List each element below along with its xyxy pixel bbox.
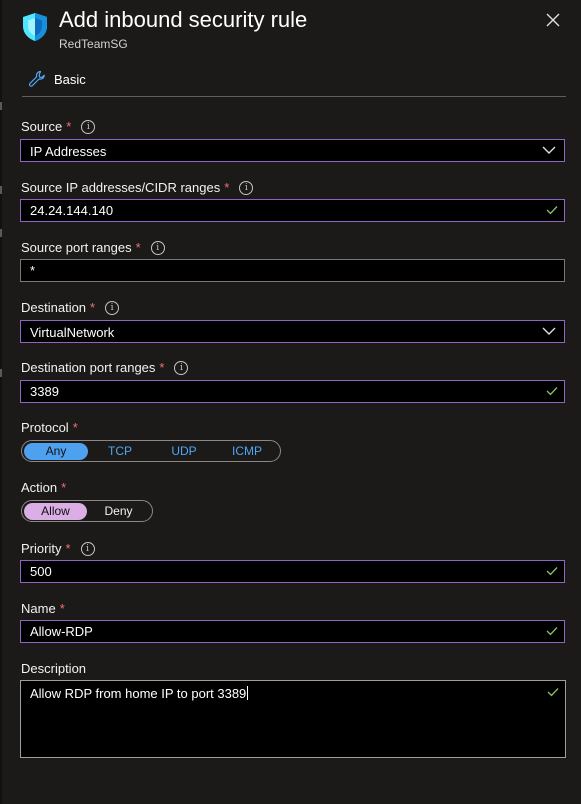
edge-mark [0, 369, 2, 377]
text-caret [247, 686, 249, 700]
source-port-label-row: Source port ranges * i [21, 240, 165, 255]
priority-label: Priority [21, 541, 62, 556]
protocol-toggle-group: Any TCP UDP ICMP [21, 440, 281, 462]
tab-bar: Basic [22, 66, 566, 97]
protocol-option-any[interactable]: Any [24, 442, 88, 460]
action-toggle-group: Allow Deny [21, 500, 153, 522]
priority-input[interactable] [21, 561, 564, 582]
action-option-deny[interactable]: Deny [87, 503, 150, 520]
name-label: Name [21, 601, 56, 616]
source-ip-input[interactable] [21, 200, 564, 221]
required-marker: * [90, 300, 96, 315]
required-marker: * [65, 541, 71, 556]
checkmark-icon [546, 206, 558, 215]
info-icon[interactable]: i [174, 360, 189, 375]
required-marker: * [72, 420, 78, 435]
description-textarea[interactable]: Allow RDP from home IP to port 3389 [20, 680, 566, 758]
name-label-row: Name * [21, 601, 65, 616]
edge-mark [0, 186, 2, 194]
name-field[interactable] [20, 620, 565, 643]
source-port-input[interactable] [21, 260, 564, 281]
chevron-down-icon [542, 146, 556, 154]
required-marker: * [59, 601, 65, 616]
action-option-allow[interactable]: Allow [24, 502, 87, 520]
source-port-label: Source port ranges [21, 240, 132, 255]
checkmark-icon [546, 627, 558, 636]
shield-icon [23, 13, 47, 41]
action-label: Action [21, 480, 58, 495]
destination-label: Destination [21, 300, 87, 315]
source-label-row: Source * i [21, 119, 96, 134]
source-ip-field[interactable] [20, 199, 565, 222]
source-label: Source [21, 119, 63, 134]
priority-label-row: Priority * i [21, 541, 95, 556]
destination-label-row: Destination * i [21, 300, 120, 315]
protocol-option-udp[interactable]: UDP [152, 443, 216, 460]
required-marker: * [159, 360, 165, 375]
description-value: Allow RDP from home IP to port 3389 [30, 686, 247, 701]
source-dropdown[interactable]: IP Addresses [20, 139, 565, 162]
edge-mark [0, 229, 2, 237]
checkmark-icon [546, 567, 558, 576]
info-icon[interactable]: i [150, 240, 165, 255]
tab-basic[interactable]: Basic [28, 70, 86, 88]
info-icon[interactable]: i [80, 541, 95, 556]
panel-header: Add inbound security rule RedTeamSG [22, 6, 567, 56]
edge-mark [0, 102, 2, 110]
info-icon[interactable]: i [105, 300, 120, 315]
page-subtitle: RedTeamSG [59, 37, 128, 51]
description-label-row: Description [21, 661, 86, 676]
description-label: Description [21, 661, 87, 676]
source-ip-label: Source IP addresses/CIDR ranges [21, 180, 221, 195]
close-icon[interactable] [545, 12, 561, 28]
tab-basic-label: Basic [54, 71, 86, 87]
destination-port-label: Destination port ranges [21, 360, 156, 375]
required-marker: * [224, 180, 230, 195]
destination-dropdown-value: VirtualNetwork [30, 325, 115, 340]
description-text: Allow RDP from home IP to port 3389 [30, 686, 249, 701]
action-label-row: Action * [21, 480, 66, 495]
source-dropdown-value: IP Addresses [30, 144, 107, 159]
protocol-option-tcp[interactable]: TCP [88, 443, 152, 460]
wrench-icon [28, 70, 45, 87]
destination-port-field[interactable] [20, 380, 565, 403]
source-port-field[interactable] [20, 259, 565, 282]
required-marker: * [66, 119, 72, 134]
page-title: Add inbound security rule [59, 7, 308, 32]
priority-field[interactable] [20, 560, 565, 583]
protocol-label: Protocol [21, 420, 69, 435]
left-edge-marks [0, 0, 2, 804]
name-input[interactable] [21, 621, 564, 642]
checkmark-icon [547, 688, 559, 697]
required-marker: * [135, 240, 141, 255]
destination-dropdown[interactable]: VirtualNetwork [20, 320, 565, 343]
protocol-option-icmp[interactable]: ICMP [216, 443, 278, 460]
destination-port-label-row: Destination port ranges * i [21, 360, 189, 375]
protocol-label-row: Protocol * [21, 420, 78, 435]
checkmark-icon [546, 387, 558, 396]
source-ip-label-row: Source IP addresses/CIDR ranges * i [21, 180, 254, 195]
info-icon[interactable]: i [81, 119, 96, 134]
info-icon[interactable]: i [239, 180, 254, 195]
destination-port-input[interactable] [21, 381, 564, 402]
chevron-down-icon [542, 327, 556, 335]
required-marker: * [61, 480, 67, 495]
